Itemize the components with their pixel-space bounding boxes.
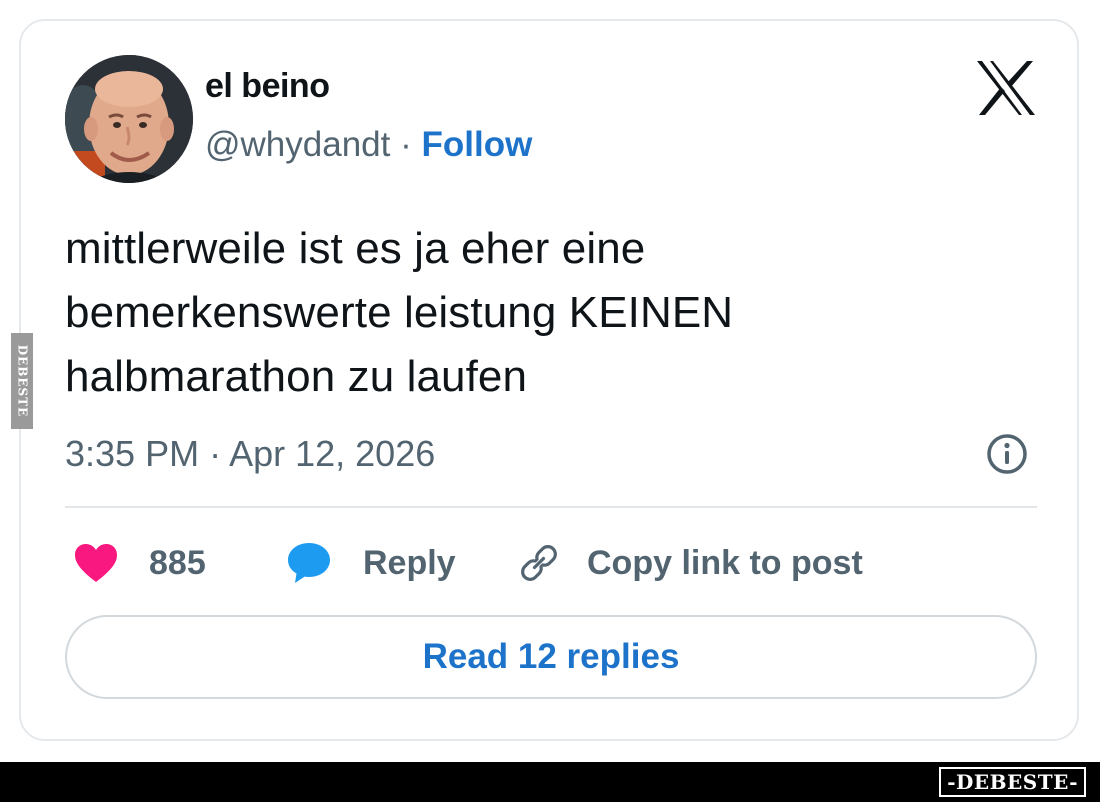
x-logo-icon[interactable] [975,59,1037,117]
tweet-text: mittlerweile ist es ja eher eine bemerke… [65,217,1025,409]
author-display-name[interactable]: el beino [205,67,330,106]
author-handle[interactable]: @whydandt [205,125,390,164]
handle-separator: · [400,125,412,164]
tweet-card: el beino @whydandt · Follow mittlerweile… [19,19,1079,741]
divider [65,506,1037,508]
copy-link-label: Copy link to post [587,543,863,582]
tweet-text-line: bemerkenswerte leistung KEINEN [65,288,734,337]
watermark-logo: -DEBESTE- [939,767,1086,797]
like-button[interactable]: 885 [73,535,206,591]
tweet-timestamp[interactable]: 3:35 PM · Apr 12, 2026 [65,433,435,475]
link-icon [521,545,557,581]
author-handle-line: @whydandt · Follow [205,125,532,165]
read-replies-button[interactable]: Read 12 replies [65,615,1037,699]
info-icon[interactable] [985,432,1029,476]
heart-icon [75,544,117,582]
reply-label: Reply [363,543,456,582]
avatar-photo [65,55,193,183]
reply-button[interactable]: Reply [285,535,456,591]
tweet-text-line: halbmarathon zu laufen [65,352,528,401]
avatar[interactable] [65,55,193,183]
side-watermark: DEBESTE [11,333,33,429]
side-watermark-text: DEBESTE [15,344,29,418]
bottom-watermark-bar: -DEBESTE- [0,762,1100,802]
like-count: 885 [149,543,206,582]
tweet-text-line: mittlerweile ist es ja eher eine [65,224,646,273]
speech-bubble-icon [288,543,330,583]
action-bar: 885 Reply Copy link to post [65,535,1037,591]
copy-link-button[interactable]: Copy link to post [517,535,863,591]
follow-button[interactable]: Follow [421,125,532,164]
read-replies-label: Read 12 replies [422,637,680,676]
